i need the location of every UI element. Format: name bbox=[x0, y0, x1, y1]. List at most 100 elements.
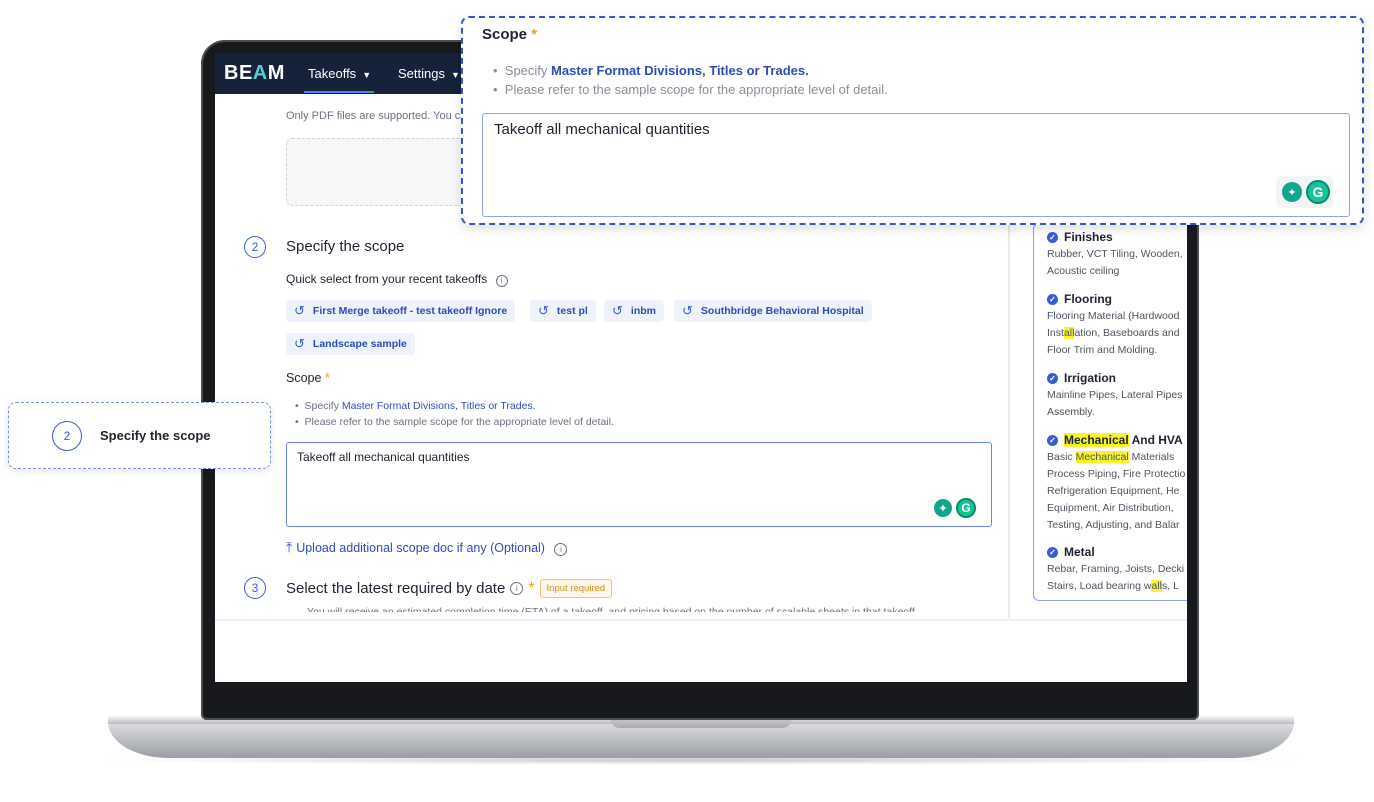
upload-icon: ⤒ bbox=[286, 539, 293, 555]
category-flooring: ✓ Flooring Flooring Material (Hardwood In… bbox=[1047, 292, 1180, 359]
check-circle-icon: ✓ bbox=[1047, 372, 1058, 384]
category-desc-line: Process Piping, Fire Protectio bbox=[1047, 468, 1186, 480]
scope-hint-2: • Please refer to the sample scope for t… bbox=[295, 416, 614, 428]
required-mark: * bbox=[528, 579, 535, 597]
recent-takeoffs-row-1: ↺ First Merge takeoff - test takeoff Igno… bbox=[286, 300, 986, 322]
scope-textarea[interactable]: Takeoff all mechanical quantities ✦ G bbox=[286, 442, 992, 527]
desc-fragment: ation, Baseboards and bbox=[1074, 327, 1180, 339]
required-mark: * bbox=[324, 371, 330, 385]
category-desc-line: Flooring Material (Hardwood bbox=[1047, 310, 1180, 322]
history-icon: ↺ bbox=[294, 303, 305, 318]
step-callout: 2 Specify the scope bbox=[8, 402, 271, 469]
zoom-scope-textarea[interactable]: Takeoff all mechanical quantities ✦ G bbox=[482, 113, 1350, 217]
category-desc-line: Mainline Pipes, Lateral Pipes bbox=[1047, 389, 1183, 401]
zoom-scope-label: Scope * bbox=[482, 26, 537, 43]
check-circle-icon: ✓ bbox=[1047, 231, 1058, 243]
desc-fragment: s, L bbox=[1162, 580, 1179, 592]
chip-label: First Merge takeoff - test takeoff Ignor… bbox=[312, 305, 508, 317]
category-desc-line: Floor Trim and Molding. bbox=[1047, 344, 1158, 356]
hint-text: Please refer to the sample scope for the… bbox=[304, 416, 614, 428]
caret-down-icon: ▼ bbox=[362, 70, 372, 80]
history-icon: ↺ bbox=[294, 336, 305, 351]
logo-text-prefix: BE bbox=[224, 62, 253, 84]
search-highlight: all bbox=[1151, 580, 1162, 592]
category-title: And HVA bbox=[1128, 433, 1183, 447]
search-highlight: all bbox=[1063, 327, 1075, 339]
chip-label: Southbridge Behavioral Hospital bbox=[700, 305, 864, 317]
nav-active-underline bbox=[304, 91, 374, 93]
grammarly-icon[interactable]: G bbox=[1306, 180, 1330, 204]
category-title: Flooring bbox=[1064, 292, 1112, 306]
category-desc-line: Refrigeration Equipment, He bbox=[1047, 485, 1180, 497]
zoom-scope-label-text: Scope bbox=[482, 26, 528, 43]
nav-takeoffs-label: Takeoffs bbox=[308, 66, 357, 81]
chip-label: inbm bbox=[630, 305, 656, 317]
scope-text-value: Takeoff all mechanical quantities bbox=[297, 450, 470, 464]
scope-hint-1: • Specify Master Format Divisions, Title… bbox=[295, 400, 536, 412]
nav-settings[interactable]: Settings ▼ bbox=[398, 66, 460, 81]
desc-fragment: Materials bbox=[1128, 451, 1175, 463]
chip-recent-takeoff[interactable]: ↺ Landscape sample bbox=[286, 333, 415, 355]
required-mark: * bbox=[531, 26, 538, 43]
category-finishes: ✓ Finishes Rubber, VCT Tiling, Wooden, Ac… bbox=[1047, 230, 1183, 280]
grammarly-icon[interactable]: G bbox=[956, 498, 976, 518]
category-desc-line: Rebar, Framing, Joists, Decki bbox=[1047, 563, 1185, 575]
category-desc-line: Equipment, Air Distribution, bbox=[1047, 502, 1174, 514]
category-desc-line: Acoustic ceiling bbox=[1047, 265, 1120, 277]
step-2-title: Specify the scope bbox=[286, 238, 405, 255]
quick-select-text: Quick select from your recent takeoffs bbox=[286, 272, 488, 286]
hint-prefix: Specify bbox=[304, 400, 342, 412]
callout-step-circle: 2 bbox=[52, 421, 82, 451]
check-circle-icon: ✓ bbox=[1047, 546, 1058, 558]
info-icon[interactable]: i bbox=[510, 582, 524, 595]
upload-scope-doc-link[interactable]: ⤒ Upload additional scope doc if any (Opt… bbox=[286, 539, 568, 556]
caret-down-icon: ▼ bbox=[450, 70, 460, 80]
category-desc-line: Installation, Baseboards and bbox=[1047, 325, 1180, 342]
desc-fragment: Basic bbox=[1047, 451, 1076, 463]
beam-logo[interactable]: BEAM bbox=[224, 62, 285, 85]
logo-text-accent: A bbox=[252, 62, 268, 84]
sample-scope-panel: ✓ Finishes Rubber, VCT Tiling, Wooden, Ac… bbox=[1033, 223, 1187, 601]
category-metal: ✓ Metal Rebar, Framing, Joists, Decki Sta… bbox=[1047, 545, 1184, 595]
category-desc-line: Rubber, VCT Tiling, Wooden, bbox=[1047, 248, 1183, 260]
chip-label: test pl bbox=[556, 305, 588, 317]
hint-prefix: Specify bbox=[504, 63, 552, 78]
history-icon: ↺ bbox=[612, 303, 623, 318]
eta-note-cut: You will receive an estimated completion… bbox=[307, 606, 918, 612]
panel-divider bbox=[1008, 223, 1010, 618]
info-icon[interactable]: i bbox=[495, 275, 508, 287]
upload-note: Only PDF files are supported. You ca bbox=[286, 110, 467, 122]
zoom-scope-hint-2: • Please refer to the sample scope for t… bbox=[493, 82, 888, 97]
check-circle-icon: ✓ bbox=[1047, 434, 1058, 446]
category-title: Irrigation bbox=[1064, 371, 1117, 385]
chip-recent-takeoff[interactable]: ↺ test pl bbox=[530, 300, 596, 322]
history-icon: ↺ bbox=[538, 303, 549, 318]
step-3-title: Select the latest required by date bbox=[286, 580, 506, 597]
chip-recent-takeoff[interactable]: ↺ First Merge takeoff - test takeoff Igno… bbox=[286, 300, 516, 322]
master-format-link[interactable]: Master Format Divisions, Titles or Trade… bbox=[551, 63, 809, 78]
category-mechanical: ✓ Mechanical And HVA Basic Mechanical Mat… bbox=[1047, 433, 1185, 534]
scope-zoom-callout: Scope * • Specify Master Format Division… bbox=[461, 16, 1364, 225]
chip-recent-takeoff[interactable]: ↺ inbm bbox=[604, 300, 664, 322]
category-title: Finishes bbox=[1064, 230, 1113, 244]
step-3-header: Select the latest required by date i * I… bbox=[286, 579, 613, 598]
master-format-link[interactable]: Master Format Divisions, Titles or Trade… bbox=[342, 400, 536, 412]
search-highlight: Mechanical bbox=[1064, 433, 1129, 447]
category-irrigation: ✓ Irrigation Mainline Pipes, Lateral Pipe… bbox=[1047, 371, 1182, 421]
nav-takeoffs[interactable]: Takeoffs ▼ bbox=[308, 66, 371, 81]
lightbulb-icon[interactable]: ✦ bbox=[934, 499, 952, 517]
chip-recent-takeoff[interactable]: ↺ Southbridge Behavioral Hospital bbox=[674, 300, 872, 322]
nav-settings-label: Settings bbox=[398, 66, 445, 81]
step-3-circle: 3 bbox=[244, 577, 266, 599]
recent-takeoffs-row-2: ↺ Landscape sample bbox=[286, 333, 586, 355]
logo-text-suffix: M bbox=[267, 62, 285, 84]
category-desc-line: Assembly. bbox=[1047, 406, 1095, 418]
check-circle-icon: ✓ bbox=[1047, 293, 1058, 305]
category-title: Metal bbox=[1064, 545, 1095, 559]
scope-label: Scope * bbox=[286, 371, 330, 385]
lightbulb-icon[interactable]: ✦ bbox=[1282, 182, 1302, 202]
file-dropzone[interactable] bbox=[286, 138, 468, 206]
info-icon[interactable]: i bbox=[554, 543, 568, 556]
chip-label: Landscape sample bbox=[312, 338, 407, 350]
zoom-scope-hint-1: • Specify Master Format Divisions, Title… bbox=[493, 63, 809, 78]
